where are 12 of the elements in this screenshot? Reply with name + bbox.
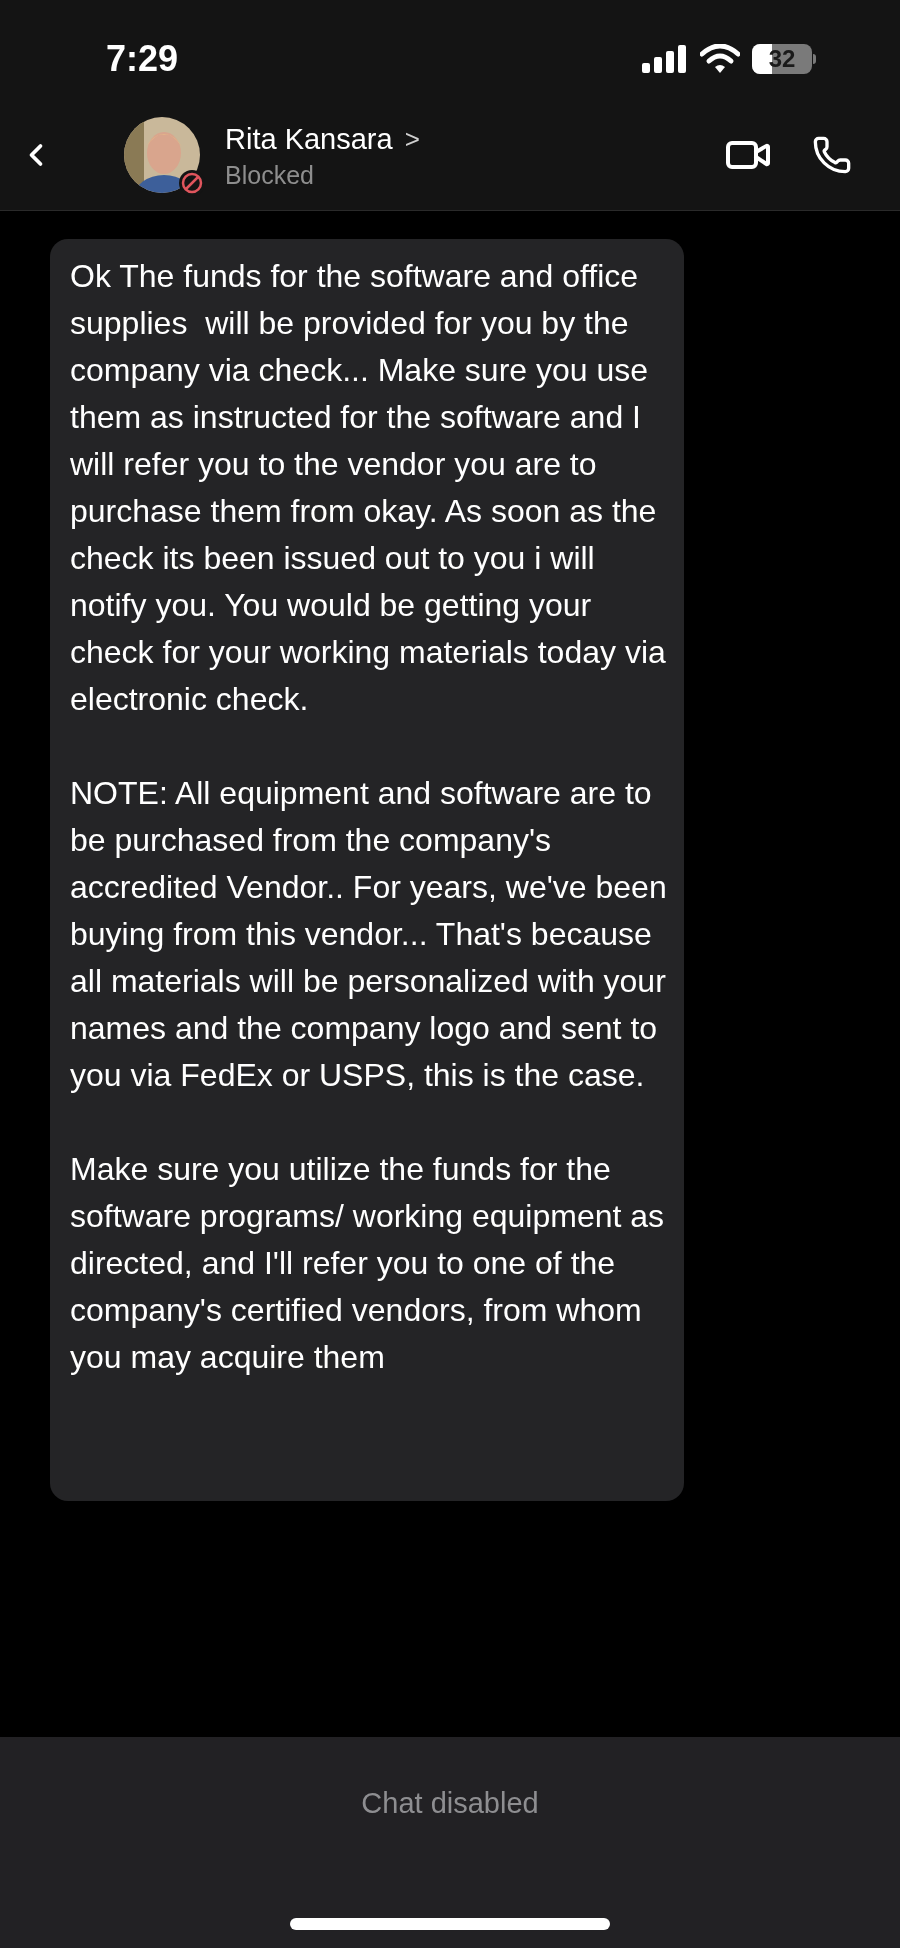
wifi-icon xyxy=(700,44,740,74)
signal-icon xyxy=(642,45,688,73)
chevron-icon: > xyxy=(404,119,420,159)
message-text: NOTE: All equipment and software are to be purchased from the company's accredited Vendor.. For years, we've been buying from this vendor... That's because all materials will be personalized with your names and the company logo and sent to you via FedEx or USPS, this is the case. xyxy=(70,774,668,1095)
status-time: 7:29 xyxy=(106,37,179,81)
contact-name[interactable]: Rita Kansara xyxy=(225,121,393,157)
contact-status: Blocked xyxy=(225,159,315,191)
message-text: Make sure you utilize the funds for the software programs/ working equipment as directed, and I'll refer you to one of the company's certified vendors, from whom you may acquire them xyxy=(70,1150,666,1377)
chat-disabled-notice: Chat disabled xyxy=(361,1786,539,1821)
blocked-badge-icon xyxy=(178,169,206,197)
phone-call-button[interactable] xyxy=(812,135,852,175)
message-text: Ok The funds for the software and office supplies will be provided for you by the company via check... Make sure you use them as instructed for the software and I will refer you to the vendor you are to purchase them from okay. As soon as the check its been issued out to you i will notify you. You would be getting your check for your working materials today via electronic check. xyxy=(70,257,667,719)
